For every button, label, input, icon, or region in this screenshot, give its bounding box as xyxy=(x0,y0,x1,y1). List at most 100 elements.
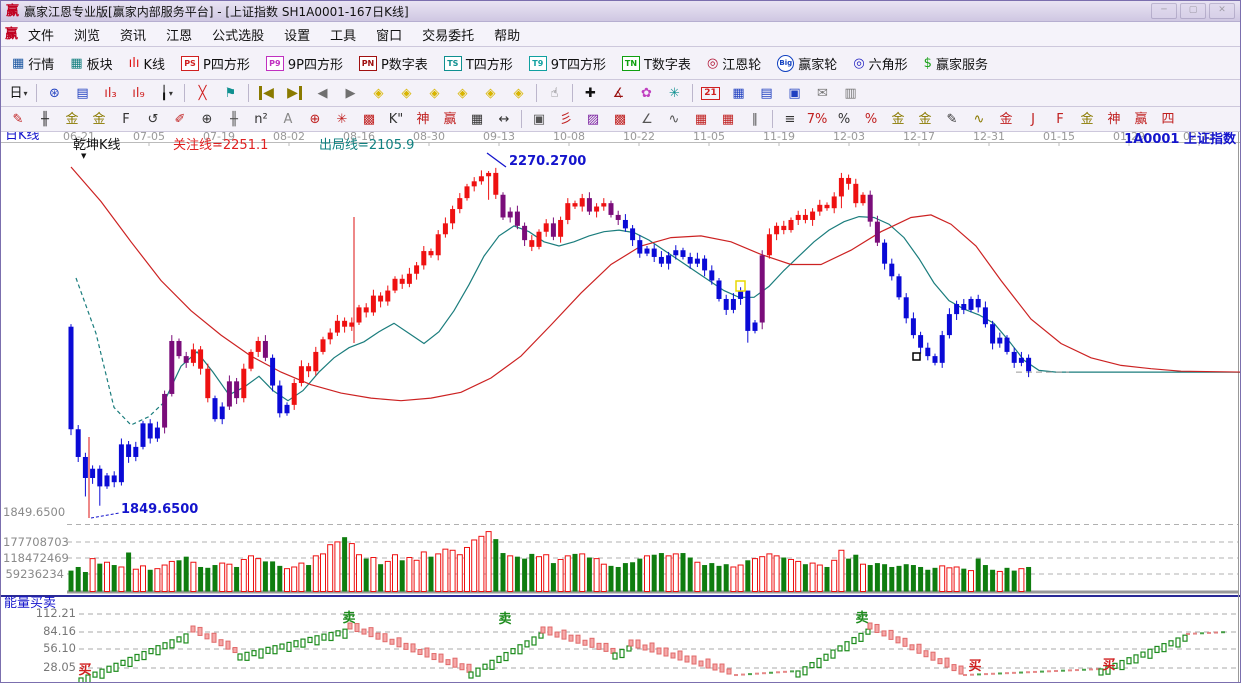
t-square-button[interactable]: TST四方形 xyxy=(437,50,520,77)
shen-lines-icon[interactable]: 神 xyxy=(410,108,436,130)
j-angle-icon[interactable]: J xyxy=(1020,108,1046,130)
ninep-square-button[interactable]: P99P四方形 xyxy=(259,50,350,77)
menu-item-3[interactable]: 江恩 xyxy=(156,27,202,46)
parallel-lines-icon[interactable]: ∥ xyxy=(742,108,768,130)
save-icon[interactable]: ▣ xyxy=(781,81,808,105)
ying-angle-icon[interactable]: 赢 xyxy=(1128,108,1154,130)
fan-box-icon[interactable]: ▨ xyxy=(580,108,606,130)
time-division-icon[interactable]: ╫ xyxy=(221,108,247,130)
dense-grid2-icon[interactable]: ▦ xyxy=(715,108,741,130)
send-mail-icon[interactable]: ✉ xyxy=(809,81,836,105)
winner-service-button[interactable]: $赢家服务 xyxy=(917,50,995,77)
gold-underline-icon[interactable]: 金 xyxy=(912,108,938,130)
nine-line-chart-icon[interactable]: ıl₉ xyxy=(125,81,152,105)
gann-flower-icon[interactable]: ✿ xyxy=(633,81,660,105)
red-fan-icon[interactable]: 彡 xyxy=(553,108,579,130)
f-angle-icon[interactable]: F xyxy=(1047,108,1073,130)
quote-button[interactable]: ▦行情 xyxy=(5,50,61,77)
gold-angle2-icon[interactable]: 金 xyxy=(993,108,1019,130)
wave-channel-icon[interactable]: ∿ xyxy=(966,108,992,130)
kline-button[interactable]: ılıK线 xyxy=(122,50,172,77)
square-web-icon[interactable]: ▩ xyxy=(356,108,382,130)
hexagon-button[interactable]: ◎六角形 xyxy=(846,50,914,77)
gold-lines2-icon[interactable]: 金 xyxy=(86,108,112,130)
calculator-icon[interactable]: ▦ xyxy=(725,81,752,105)
spiral-icon[interactable]: ↺ xyxy=(140,108,166,130)
trend-angle-icon[interactable]: ∠ xyxy=(634,108,660,130)
gann-wheel-button[interactable]: ◎江恩轮 xyxy=(700,50,768,77)
diamond-compress-h-icon[interactable]: ◈ xyxy=(449,81,476,105)
menu-item-9[interactable]: 帮助 xyxy=(484,27,530,46)
menu-item-5[interactable]: 设置 xyxy=(274,27,320,46)
menu-item-0[interactable]: 文件 xyxy=(18,27,64,46)
period-day-button[interactable]: 日▾ xyxy=(5,81,32,105)
remote-pc-icon[interactable]: ▥ xyxy=(837,81,864,105)
sector-button[interactable]: ▦板块 xyxy=(63,50,119,77)
gold-lines-icon[interactable]: 金 xyxy=(59,108,85,130)
pen-ruler-icon[interactable]: ✎ xyxy=(939,108,965,130)
kline-type-dropdown-icon[interactable]: ▼ xyxy=(81,152,86,160)
menu-item-6[interactable]: 工具 xyxy=(320,27,366,46)
fib-lines-icon[interactable]: F xyxy=(113,108,139,130)
ninet-square-button[interactable]: T99T四方形 xyxy=(522,50,613,77)
si-angle-icon[interactable]: 四 xyxy=(1155,108,1181,130)
minimize-button[interactable]: ─ xyxy=(1151,3,1177,19)
diamond-shift-right-icon[interactable]: ◈ xyxy=(393,81,420,105)
mirror-a-icon[interactable]: A xyxy=(275,108,301,130)
notepad-icon[interactable]: ▤ xyxy=(753,81,780,105)
gann-circle-icon[interactable]: ⊕ xyxy=(194,108,220,130)
p-number-button[interactable]: PNP数字表 xyxy=(352,50,435,77)
web-box-icon[interactable]: ▩ xyxy=(607,108,633,130)
percent7-icon[interactable]: 7% xyxy=(804,108,830,130)
box-range-icon[interactable]: ▣ xyxy=(526,108,552,130)
candle-style-button[interactable]: ╽▾ xyxy=(153,81,180,105)
shen-angle-icon[interactable]: 神 xyxy=(1101,108,1127,130)
gold-angle-icon[interactable]: 金 xyxy=(1074,108,1100,130)
prev-bar-icon[interactable]: ◀ xyxy=(309,81,336,105)
draw-pen-icon[interactable]: ✎ xyxy=(5,108,31,130)
n-square-icon[interactable]: n² xyxy=(248,108,274,130)
next-bar-icon[interactable]: ▶ xyxy=(337,81,364,105)
gann-globe-icon[interactable]: ⊛ xyxy=(41,81,68,105)
marker-pen-icon[interactable]: ✐ xyxy=(167,108,193,130)
percent-icon[interactable]: % xyxy=(831,108,857,130)
k-mark-icon[interactable]: K" xyxy=(383,108,409,130)
h-measure-icon[interactable]: ↔ xyxy=(491,108,517,130)
pan-hand-icon[interactable]: ☝ xyxy=(541,81,568,105)
ying-lines-icon[interactable]: 赢 xyxy=(437,108,463,130)
color-volume-icon[interactable]: ⚑ xyxy=(217,81,244,105)
wave-line-icon[interactable]: ∿ xyxy=(661,108,687,130)
t-number-button[interactable]: TNT数字表 xyxy=(615,50,698,77)
p-square-button[interactable]: PSP四方形 xyxy=(174,50,257,77)
gold-circle-icon[interactable]: 金 xyxy=(885,108,911,130)
pattern-x-icon[interactable]: ╳ xyxy=(189,81,216,105)
diamond-expand-h-icon[interactable]: ◈ xyxy=(421,81,448,105)
menu-item-8[interactable]: 交易委托 xyxy=(412,27,484,46)
f10-info-icon[interactable]: ▤ xyxy=(69,81,96,105)
first-page-icon[interactable]: ◀ xyxy=(253,81,280,105)
red-target-icon[interactable]: ⊕ xyxy=(302,108,328,130)
p-number-button-label: P数字表 xyxy=(381,54,428,73)
restore-button[interactable]: ▢ xyxy=(1180,3,1206,19)
winner-wheel-button[interactable]: Big赢家轮 xyxy=(770,50,844,77)
spider-web-icon[interactable]: ✳ xyxy=(329,108,355,130)
dense-grid-icon[interactable]: ▦ xyxy=(688,108,714,130)
three-line-chart-icon[interactable]: ıl₃ xyxy=(97,81,124,105)
crosshair-icon[interactable]: ✚ xyxy=(577,81,604,105)
diamond-expand-all-icon[interactable]: ◈ xyxy=(477,81,504,105)
number-grid-icon[interactable]: ▦ xyxy=(464,108,490,130)
close-button[interactable]: ✕ xyxy=(1209,3,1235,19)
percent-lines-icon[interactable]: % xyxy=(858,108,884,130)
menu-item-1[interactable]: 浏览 xyxy=(64,27,110,46)
menu-item-2[interactable]: 资讯 xyxy=(110,27,156,46)
scale-ruler-icon[interactable]: ≡ xyxy=(777,108,803,130)
menu-item-4[interactable]: 公式选股 xyxy=(202,27,274,46)
menu-item-7[interactable]: 窗口 xyxy=(366,27,412,46)
grid-comb-icon[interactable]: ╫ xyxy=(32,108,58,130)
last-page-icon[interactable]: ▶ xyxy=(281,81,308,105)
diamond-shift-left-icon[interactable]: ◈ xyxy=(365,81,392,105)
diamond-compress-all-icon[interactable]: ◈ xyxy=(505,81,532,105)
cycle-tool-icon[interactable]: ✳ xyxy=(661,81,688,105)
angle-measure-icon[interactable]: ∡ xyxy=(605,81,632,105)
calendar-icon[interactable]: 21 xyxy=(697,81,724,105)
